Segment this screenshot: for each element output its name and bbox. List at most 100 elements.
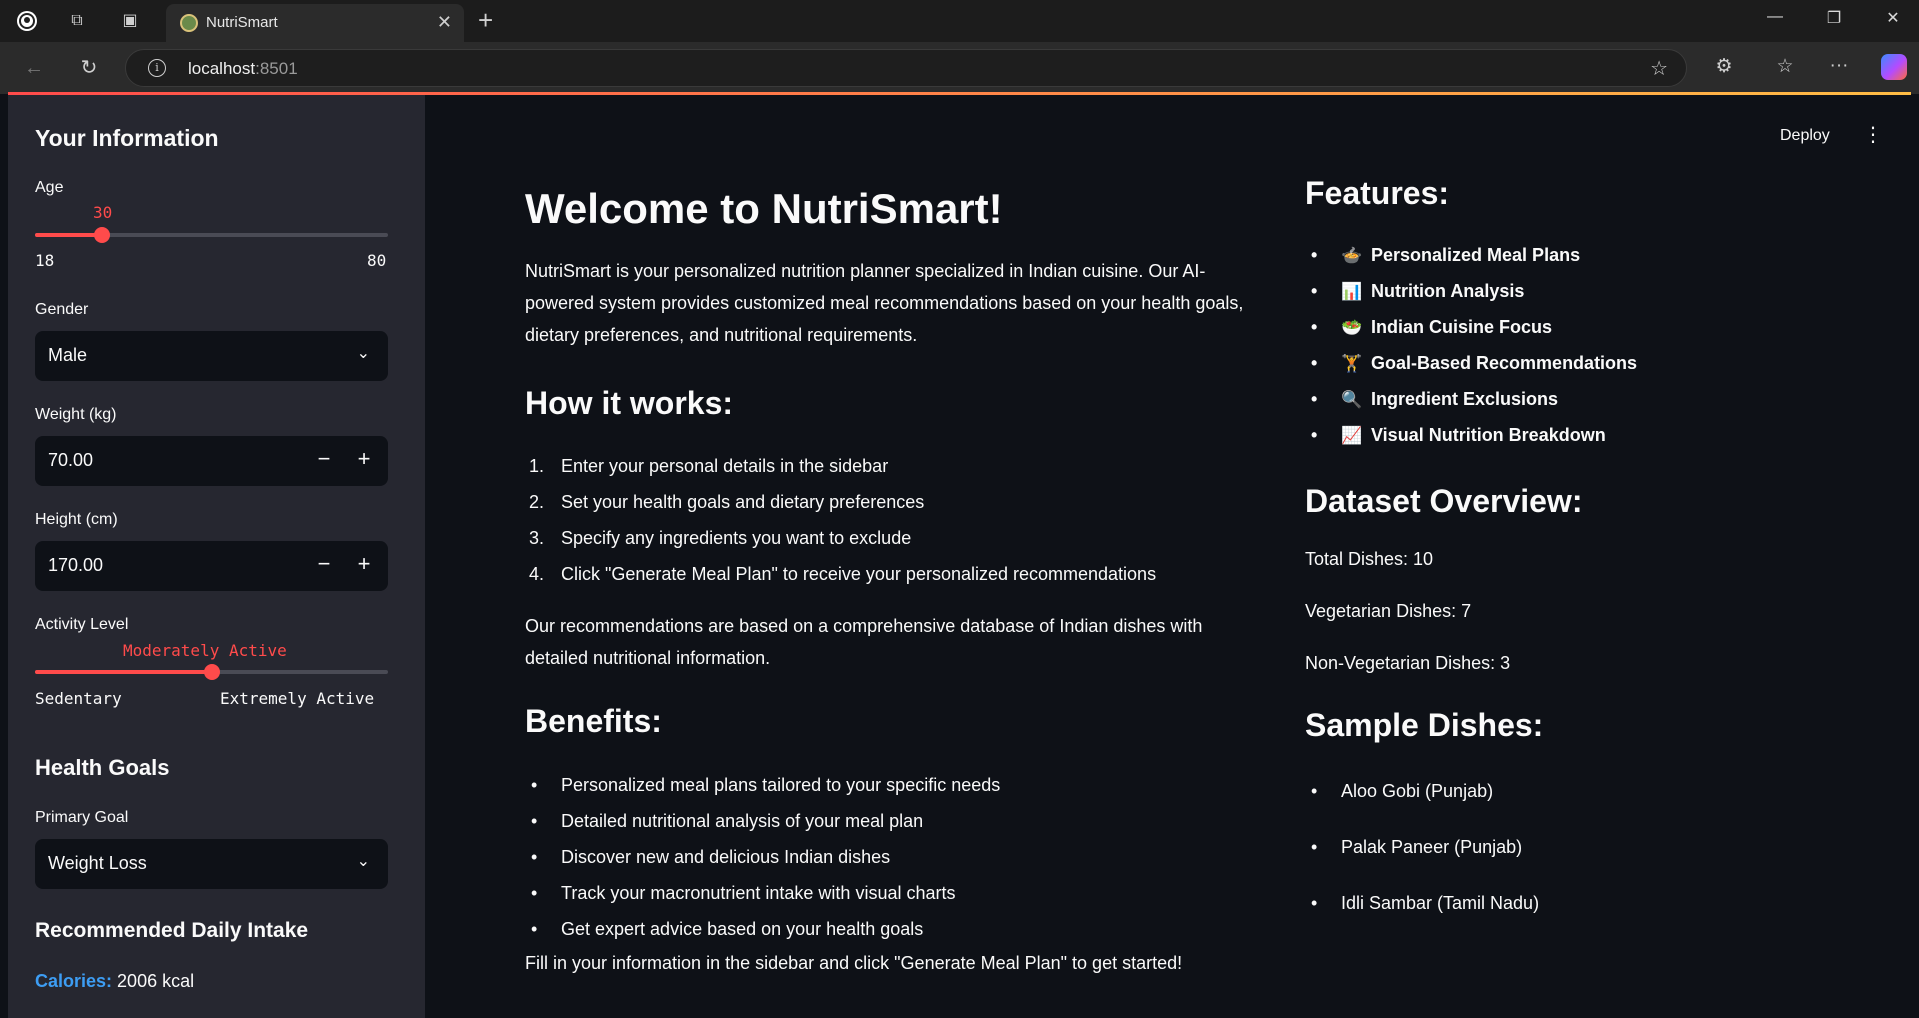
list-item: Palak Paneer (Punjab) (1305, 829, 1539, 885)
height-increment-button[interactable]: + (352, 551, 376, 577)
browser-tab-bar: ⧉ ▣ NutriSmart ✕ + — ❐ ✕ (0, 0, 1919, 42)
benefits-title: Benefits: (525, 703, 662, 739)
gender-select[interactable]: Male ⌄ (35, 331, 388, 381)
list-item: 🥗Indian Cuisine Focus (1305, 309, 1637, 345)
sidebar: Your Information Age 30 18 80 Gender Mal… (8, 95, 425, 1018)
non-vegetarian-dishes: Non-Vegetarian Dishes: 3 (1305, 653, 1511, 673)
features-title: Features: (1305, 175, 1450, 211)
main-menu-icon[interactable]: ⋮ (1863, 125, 1883, 145)
sidebar-info-title: Your Information (35, 125, 219, 151)
more-options-icon[interactable]: ··· (1826, 55, 1852, 77)
weight-increment-button[interactable]: + (352, 446, 376, 472)
height-label: Height (cm) (35, 511, 118, 528)
back-icon[interactable]: ← (22, 56, 46, 80)
age-slider-value: 30 (93, 203, 113, 222)
age-slider-fill (35, 233, 103, 237)
workspaces-icon[interactable]: ⧉ (65, 9, 89, 33)
age-slider-min: 18 (35, 251, 55, 270)
list-item: 📊Nutrition Analysis (1305, 273, 1637, 309)
trend-chart-icon: 📈 (1341, 426, 1363, 445)
height-decrement-button[interactable]: − (312, 551, 336, 577)
nutrismart-favicon-icon (180, 14, 198, 32)
primary-goal-label: Primary Goal (35, 809, 129, 826)
weightlifter-icon: 🏋 (1341, 354, 1363, 373)
list-item: Personalized meal plans tailored to your… (525, 767, 1000, 803)
magnifier-icon: 🔍 (1341, 390, 1363, 409)
chevron-down-icon: ⌄ (356, 853, 370, 870)
url-input[interactable]: i localhost:8501 ☆ (125, 49, 1687, 87)
minimize-icon[interactable]: — (1763, 8, 1787, 26)
total-dishes: Total Dishes: 10 (1305, 549, 1434, 569)
activity-slider-min: Sedentary (35, 689, 122, 708)
list-item: Aloo Gobi (Punjab) (1305, 773, 1539, 829)
weight-input[interactable]: 70.00 − + (35, 436, 388, 486)
profile-icon[interactable] (15, 9, 39, 33)
list-item: Discover new and delicious Indian dishes (525, 839, 1000, 875)
close-window-icon[interactable]: ✕ (1881, 8, 1905, 28)
features-list: 🍲Personalized Meal Plans 📊Nutrition Anal… (1305, 237, 1637, 453)
chart-icon: 📊 (1341, 282, 1363, 301)
list-item: 3. Specify any ingredients you want to ex… (529, 528, 912, 548)
list-item: 📈Visual Nutrition Breakdown (1305, 417, 1637, 453)
list-item: Detailed nutritional analysis of your me… (525, 803, 1000, 839)
tab-nutrismart[interactable]: NutriSmart ✕ (166, 4, 464, 42)
how-it-works-title: How it works: (525, 385, 734, 421)
health-goals-title: Health Goals (35, 755, 170, 780)
activity-slider[interactable] (35, 664, 388, 680)
salad-icon: 🥗 (1341, 318, 1363, 337)
tab-close-icon[interactable]: ✕ (437, 12, 452, 32)
gender-select-value: Male (48, 345, 88, 365)
primary-goal-select[interactable]: Weight Loss ⌄ (35, 839, 388, 889)
list-item: 🔍Ingredient Exclusions (1305, 381, 1637, 417)
weight-decrement-button[interactable]: − (312, 446, 336, 472)
calories-value: 2006 kcal (117, 971, 195, 991)
database-paragraph: Our recommendations are based on a compr… (525, 616, 1203, 668)
height-input[interactable]: 170.00 − + (35, 541, 388, 591)
restore-icon[interactable]: ❐ (1822, 8, 1846, 28)
reload-icon[interactable]: ↻ (77, 56, 101, 80)
site-info-icon[interactable]: i (148, 59, 166, 77)
meal-plan-icon: 🍲 (1341, 246, 1363, 265)
age-slider-thumb[interactable] (94, 227, 111, 243)
vegetarian-dishes: Vegetarian Dishes: 7 (1305, 601, 1472, 621)
favorite-star-icon[interactable]: ☆ (1650, 56, 1668, 81)
chevron-down-icon: ⌄ (356, 345, 370, 362)
height-input-value: 170.00 (48, 555, 104, 575)
dataset-overview-title: Dataset Overview: (1305, 483, 1583, 519)
list-item: 1. Enter your personal details in the sid… (529, 456, 889, 476)
benefits-list: Personalized meal plans tailored to your… (525, 767, 1000, 947)
vertical-tabs-icon[interactable]: ▣ (118, 9, 142, 33)
deploy-button[interactable]: Deploy (1780, 127, 1830, 145)
activity-slider-thumb[interactable] (203, 664, 220, 680)
main-content: Deploy ⋮ Welcome to NutriSmart! NutriSma… (425, 95, 1919, 1018)
new-tab-icon[interactable]: + (478, 7, 493, 33)
sample-dishes-list: Aloo Gobi (Punjab) Palak Paneer (Punjab)… (1305, 773, 1539, 941)
list-item: 🏋Goal-Based Recommendations (1305, 345, 1637, 381)
url-text: localhost:8501 (188, 59, 298, 78)
list-item: 🍲Personalized Meal Plans (1305, 237, 1637, 273)
extensions-icon[interactable]: ⚙ (1711, 55, 1737, 78)
list-item: Idli Sambar (Tamil Nadu) (1305, 885, 1539, 941)
copilot-icon[interactable] (1881, 54, 1907, 80)
calories-key: Calories: (35, 971, 113, 991)
age-slider-max: 80 (367, 251, 387, 270)
intro-paragraph: NutriSmart is your personalized nutritio… (525, 261, 1244, 345)
primary-goal-select-value: Weight Loss (48, 853, 147, 873)
tab-title: NutriSmart (206, 14, 278, 31)
browser-address-bar: ← ↻ i localhost:8501 ☆ ⚙ ☆ ··· (0, 42, 1919, 94)
age-slider[interactable] (35, 227, 388, 243)
weight-label: Weight (kg) (35, 406, 117, 423)
activity-slider-max: Extremely Active (220, 689, 375, 708)
steps-list: 1. Enter your personal details in the sid… (525, 448, 1156, 592)
gender-label: Gender (35, 301, 89, 318)
favorites-icon[interactable]: ☆ (1772, 55, 1798, 78)
page-title: Welcome to NutriSmart! (525, 185, 1003, 232)
activity-slider-fill (35, 670, 212, 674)
calories-line: Calories: 2006 kcal (35, 971, 194, 992)
cta-text: Fill in your information in the sidebar … (525, 953, 1183, 973)
list-item: Track your macronutrient intake with vis… (525, 875, 1000, 911)
list-item: Get expert advice based on your health g… (525, 911, 1000, 947)
age-label: Age (35, 179, 64, 196)
weight-input-value: 70.00 (48, 450, 94, 470)
daily-intake-title: Recommended Daily Intake (35, 919, 309, 942)
